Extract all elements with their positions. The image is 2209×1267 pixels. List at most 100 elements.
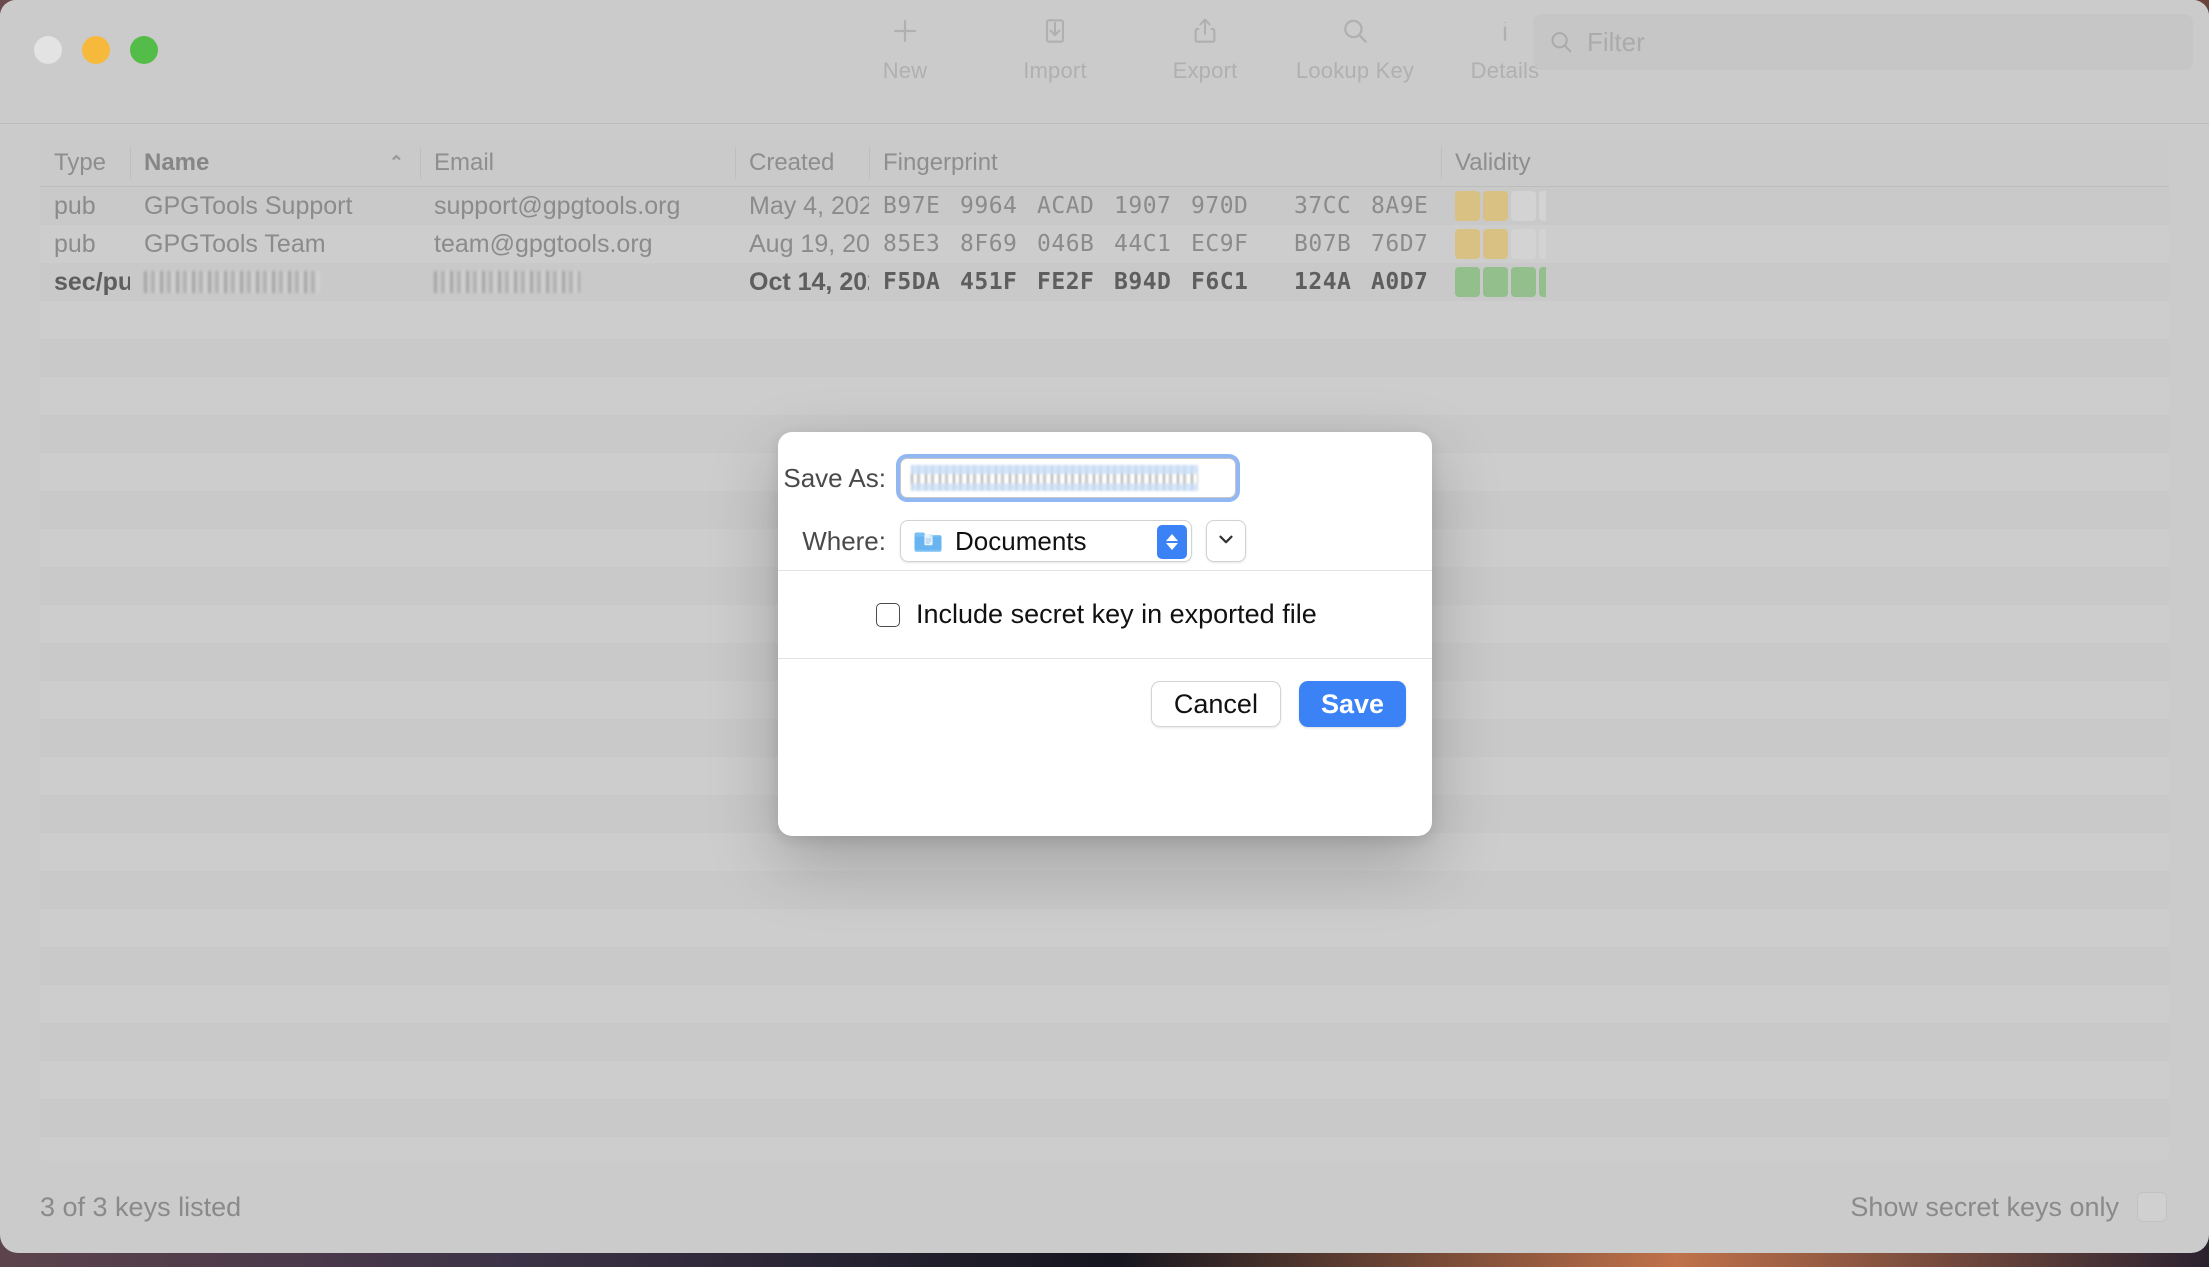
expand-browser-button[interactable] (1206, 520, 1246, 562)
save-as-redacted-value (911, 465, 1198, 491)
column-header-email[interactable]: Email (420, 139, 735, 187)
validity-bar (1455, 229, 1546, 259)
sheet-fields-section: Save As: Where: Documents (778, 432, 1432, 562)
toolbar-export-button[interactable]: Export (1130, 8, 1280, 84)
sheet-buttons-section: Cancel Save (778, 659, 1432, 727)
show-secret-keys-only-control[interactable]: Show secret keys only (1850, 1192, 2167, 1223)
column-header-fingerprint[interactable]: Fingerprint (869, 139, 1441, 187)
validity-segment (1455, 229, 1480, 259)
table-header-row: Type Name ⌃ Email Created Fingerprint Va… (40, 139, 2169, 187)
cell-validity (1441, 225, 1546, 263)
chevron-down-icon (1215, 528, 1237, 555)
search-icon (1547, 28, 1575, 56)
table-empty-row (40, 377, 2169, 415)
validity-segment (1511, 229, 1536, 259)
filter-search-field[interactable]: Filter (1533, 14, 2193, 70)
traffic-lights (34, 36, 158, 64)
where-label: Where: (802, 525, 886, 556)
export-icon (1189, 8, 1221, 54)
table-empty-row (40, 909, 2169, 947)
where-popup-button[interactable]: Documents (900, 520, 1192, 562)
toolbar-lookup-key-button[interactable]: Lookup Key (1280, 8, 1430, 84)
column-header-name[interactable]: Name ⌃ (130, 139, 420, 187)
minimize-button[interactable] (82, 36, 110, 64)
cell-email (420, 263, 735, 301)
cancel-button[interactable]: Cancel (1150, 681, 1281, 727)
table-empty-row (40, 947, 2169, 985)
validity-bar (1455, 267, 1546, 297)
where-popup-value: Documents (955, 525, 1087, 556)
column-header-type[interactable]: Type (40, 139, 130, 187)
validity-segment (1539, 191, 1546, 221)
zoom-button[interactable] (130, 36, 158, 64)
column-header-validity[interactable]: Validity (1441, 139, 1546, 187)
info-icon (1489, 8, 1521, 54)
validity-segment (1483, 229, 1508, 259)
save-as-label: Save As: (783, 462, 886, 493)
table-empty-row (40, 871, 2169, 909)
save-button[interactable]: Save (1298, 681, 1406, 727)
sheet-options-section[interactable]: Include secret key in exported file (778, 571, 1432, 658)
cell-email: team@gpgtools.org (434, 229, 653, 258)
chevron-up-icon (1166, 534, 1178, 541)
import-icon (1039, 8, 1071, 54)
table-empty-row (40, 339, 2169, 377)
validity-segment (1539, 267, 1546, 297)
validity-segment (1455, 191, 1480, 221)
table-empty-row (40, 1061, 2169, 1099)
table-empty-row (40, 833, 2169, 871)
table-empty-row (40, 1137, 2169, 1161)
validity-segment (1455, 267, 1480, 297)
validity-segment (1511, 267, 1536, 297)
save-export-sheet: Save As: Where: Documents Include secret… (778, 432, 1432, 836)
cell-fingerprint: 85E38F69046B44C1EC9FB07B76D78F0500D026C4 (883, 231, 1429, 257)
table-empty-row (40, 985, 2169, 1023)
toolbar-import-button[interactable]: Import (980, 8, 1130, 84)
plus-icon (888, 8, 922, 54)
validity-segment (1483, 267, 1508, 297)
cell-type: pub (54, 191, 96, 220)
toolbar-new-label: New (882, 58, 928, 83)
table-row[interactable]: pub GPGTools Support support@gpgtools.org M… (40, 187, 2169, 225)
filter-placeholder: Filter (1587, 26, 1645, 57)
column-header-name-label: Name (144, 148, 210, 176)
toolbar-new-button[interactable]: New (830, 8, 980, 84)
toolbar-export-label: Export (1172, 58, 1238, 83)
cell-created: Aug 19, 2010 (749, 229, 869, 258)
cell-email: support@gpgtools.org (434, 191, 681, 220)
toolbar-import-label: Import (1023, 58, 1087, 83)
cell-fingerprint: B97E9964ACAD1907970D37CC8A9E3745558E41AF (883, 193, 1429, 219)
validity-segment (1511, 191, 1536, 221)
include-secret-key-checkbox[interactable] (876, 602, 900, 627)
table-empty-row (40, 1023, 2169, 1061)
chevron-down-icon (1166, 543, 1178, 550)
updown-chevrons-icon[interactable] (1157, 525, 1187, 559)
validity-bar (1455, 191, 1546, 221)
cell-type: pub (54, 229, 96, 258)
sort-ascending-icon: ⌃ (388, 152, 404, 172)
show-secret-keys-only-checkbox[interactable] (2137, 1192, 2167, 1222)
redacted-name (144, 271, 320, 293)
cell-name (130, 263, 420, 301)
window-titlebar: New Import Export Lookup Key Details Fil… (0, 0, 2209, 124)
validity-segment (1483, 191, 1508, 221)
cell-name: GPGTools Team (144, 229, 326, 258)
column-header-created[interactable]: Created (735, 139, 869, 187)
table-row[interactable]: pub GPGTools Team team@gpgtools.org Aug 19,… (40, 225, 2169, 263)
cell-fingerprint: F5DA451FFE2FB94DF6C1124AA0D7C7ADEBCA95A2 (883, 269, 1429, 295)
table-row[interactable]: sec/pub Oct 14, 2021 F5DA451FFE2FB94DF6C11… (40, 263, 2169, 301)
cell-validity (1441, 187, 1546, 225)
save-as-row: Save As: (778, 458, 1432, 498)
table-empty-row (40, 301, 2169, 339)
cell-type: sec/pub (54, 267, 130, 296)
cell-created: May 4, 2020 (749, 191, 869, 220)
magnifier-icon (1339, 8, 1371, 54)
table-empty-row (40, 1099, 2169, 1137)
close-button[interactable] (34, 36, 62, 64)
save-as-input[interactable] (900, 458, 1236, 498)
documents-folder-icon (913, 528, 943, 554)
redacted-email (434, 271, 580, 293)
toolbar-lookup-key-label: Lookup Key (1295, 58, 1415, 83)
status-bar: 3 of 3 keys listed Show secret keys only (0, 1161, 2209, 1253)
where-row: Where: Documents (778, 520, 1432, 562)
